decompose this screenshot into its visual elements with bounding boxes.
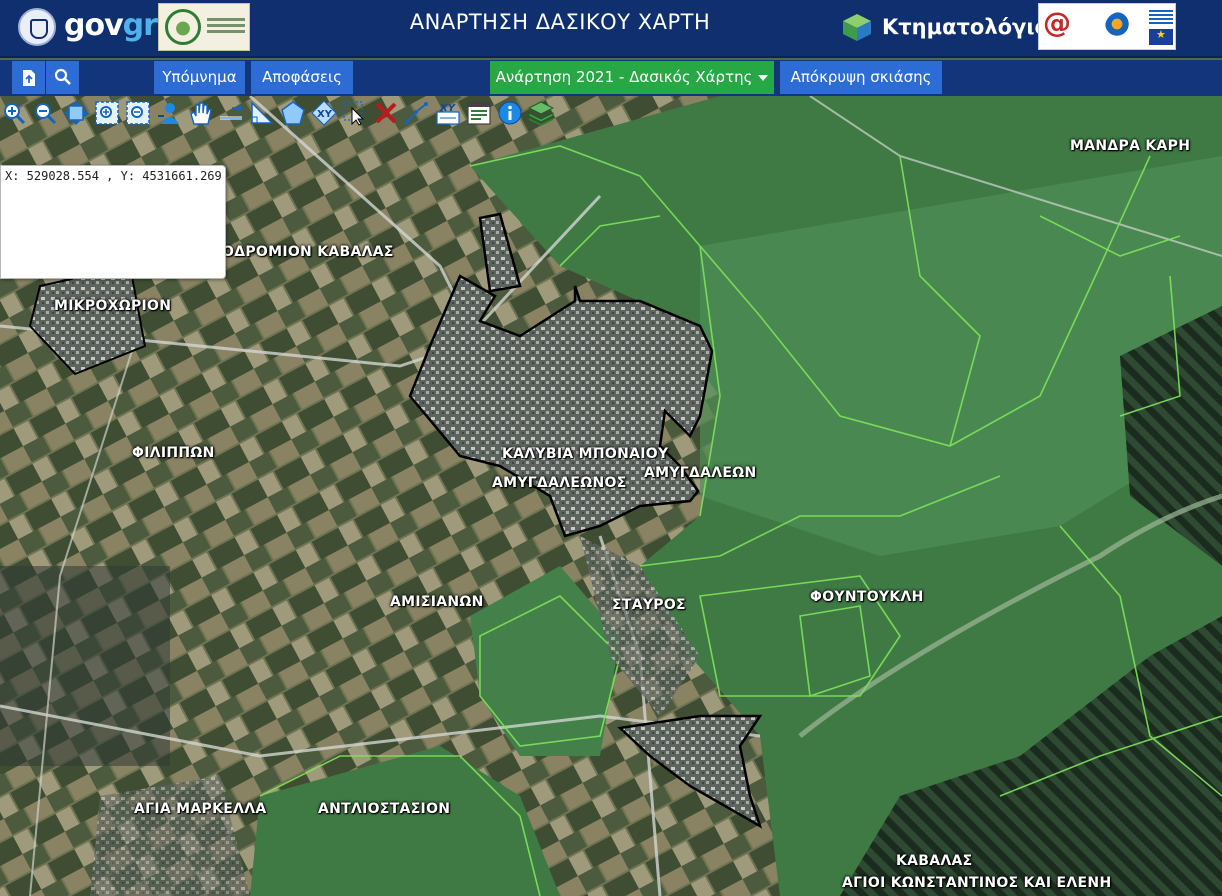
coordinate-panel: X: 529028.554 , Y: 4531661.269	[0, 165, 226, 279]
file-upload-icon	[22, 70, 35, 86]
nav-bar: Υπόμνημα Αποφάσεις Ανάρτηση 2021 - Δασικ…	[0, 60, 1222, 96]
label-mandra-kari: ΜΑΝΔΡΑ ΚΑΡΗ	[1070, 138, 1191, 154]
label-stavros: ΣΤΑΥΡΟΣ	[612, 597, 686, 613]
govgr-logo[interactable]: govgr	[64, 8, 158, 43]
measure-angle-icon[interactable]	[248, 100, 275, 127]
svg-text:XY: XY	[317, 109, 333, 120]
search-icon	[54, 68, 71, 85]
label-agia-markella: ΑΓΙΑ ΜΑΡΚΕΛΛΑ	[134, 801, 267, 817]
page-title: ΑΝΑΡΤΗΣΗ ΔΑΣΙΚΟΥ ΧΑΡΤΗ	[409, 10, 711, 34]
greek-emblem-icon	[18, 8, 56, 46]
label-kalyvia-bonaiou: ΚΑΛΥΒΙΑ ΜΠΟΝΑΙΟΥ	[502, 446, 669, 462]
forest-map-app: ΜΑΝΔΡΑ ΚΑΡΗ ΟΔΡΟΜΙΟΝ ΚΑΒΑΛΑΣ ΜΙΚΡΟΧΩΡΙΟΝ…	[0, 0, 1222, 896]
site-header: govgr ΑΝΑΡΤΗΣΗ ΔΑΣΙΚΟΥ ΧΑΡΤΗ Κτηματολόγι…	[0, 0, 1222, 58]
greek-flag-icon	[1149, 10, 1173, 26]
full-extent-icon[interactable]	[62, 100, 89, 127]
xy-coordinates-icon[interactable]: XY	[434, 100, 461, 127]
draw-line-icon[interactable]	[403, 100, 430, 127]
measure-distance-icon[interactable]	[217, 100, 244, 127]
label-mikrochorion: ΜΙΚΡΟΧΩΡΙΟΝ	[54, 298, 172, 314]
clear-x-icon[interactable]	[372, 100, 399, 127]
svg-text:XY: XY	[439, 103, 457, 114]
govgr-logo-gov: gov	[64, 8, 124, 43]
map-toolbar: XY XY	[0, 96, 590, 130]
layer-select-dropdown[interactable]: Ανάρτηση 2021 - Δασικός Χάρτης	[490, 61, 774, 94]
info-icon[interactable]	[496, 100, 523, 127]
xy-goto-icon[interactable]: XY	[310, 100, 337, 127]
label-amygdaleonos: ΑΜΥΓΔΑΛΕΩΝΟΣ	[492, 475, 627, 491]
label-antliostasion: ΑΝΤΛΙΟΣΤΑΣΙΟΝ	[318, 801, 451, 817]
label-filippon: ΦΙΛΙΠΠΩΝ	[132, 445, 215, 461]
caret-down-icon	[758, 74, 769, 81]
cadastre-label: Κτηματολόγιο	[882, 15, 1049, 39]
polygon-icon[interactable]	[279, 100, 306, 127]
decisions-button[interactable]: Αποφάσεις	[251, 61, 353, 94]
print-map-icon[interactable]	[465, 100, 492, 127]
legend-button[interactable]: Υπόμνημα	[154, 61, 245, 94]
label-fountoukli: ΦΟΥΝΤΟΥΚΛΗ	[810, 589, 924, 605]
cadastre-cube-icon	[843, 14, 871, 41]
layer-select-label: Ανάρτηση 2021 - Δασικός Χάρτης	[495, 68, 753, 86]
select-arrow-icon[interactable]	[341, 100, 368, 127]
eu-flag-icon	[1149, 28, 1173, 45]
govgr-logo-gr: gr	[122, 8, 158, 43]
coordinate-readout: X: 529028.554 , Y: 4531661.269	[5, 169, 222, 183]
partner-logos: @	[1038, 3, 1176, 50]
ministry-logo	[158, 3, 250, 51]
zoom-box-icon[interactable]	[93, 100, 120, 127]
search-button[interactable]	[46, 61, 79, 94]
hide-shading-button[interactable]: Απόκρυψη σκιάσης	[780, 61, 942, 94]
zoom-in-icon[interactable]	[0, 100, 27, 127]
label-amisianon: ΑΜΙΣΙΑΝΩΝ	[390, 594, 484, 610]
zoom-selection-icon[interactable]	[124, 100, 151, 127]
upload-file-button[interactable]	[12, 61, 45, 94]
label-agioi-konstantinos: ΑΓΙΟΙ ΚΩΝΣΤΑΝΤΙΝΟΣ ΚΑΙ ΕΛΕΝΗ	[842, 875, 1112, 891]
pan-hand-icon[interactable]	[186, 100, 213, 127]
user-locate-icon[interactable]	[155, 100, 182, 127]
zoom-out-icon[interactable]	[31, 100, 58, 127]
label-amygdaleon: ΑΜΥΓΔΑΛΕΩΝ	[644, 465, 757, 481]
at-sign-icon: @	[1043, 6, 1071, 39]
label-kavalas: ΚΑΒΑΛΑΣ	[896, 853, 973, 869]
program-logo-icon	[1105, 12, 1135, 42]
label-aerodromion: ΟΔΡΟΜΙΟΝ ΚΑΒΑΛΑΣ	[222, 244, 394, 260]
layers-icon[interactable]	[527, 100, 554, 127]
